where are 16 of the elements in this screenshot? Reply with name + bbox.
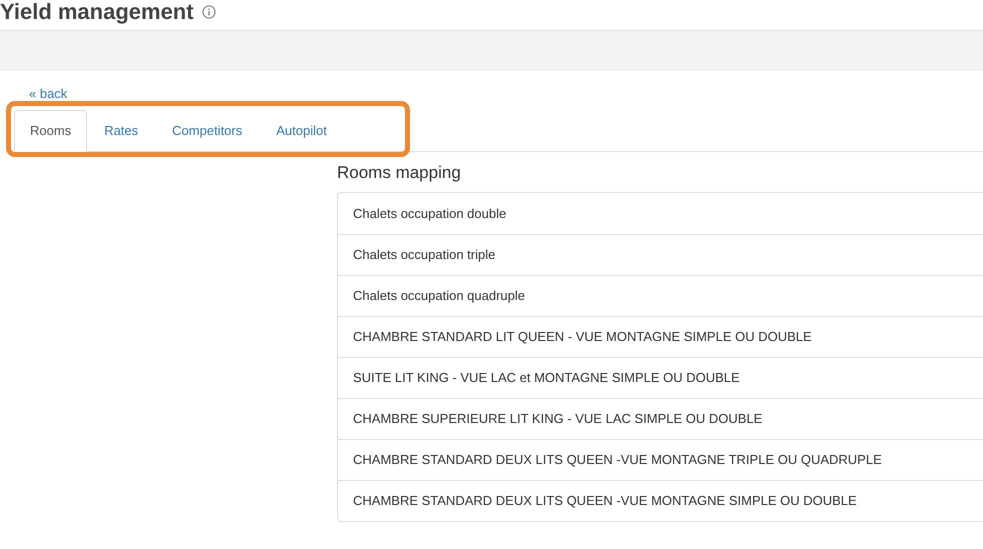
page-title: Yield management: [0, 0, 194, 24]
room-row[interactable]: Chalets occupation double: [338, 193, 983, 234]
room-row[interactable]: Chalets occupation quadruple: [338, 275, 983, 316]
tab[interactable]: Autopilot: [259, 110, 344, 151]
room-row[interactable]: CHAMBRE STANDARD DEUX LITS QUEEN -VUE MONTAGNE SIMPLE OU DOUBLE: [338, 480, 983, 521]
room-row[interactable]: CHAMBRE STANDARD DEUX LITS QUEEN -VUE MONTAGNE TRIPLE OU QUADRUPLE: [338, 439, 983, 480]
section-heading: Rooms mapping: [337, 162, 462, 184]
room-row[interactable]: Chalets occupation triple: [338, 234, 983, 275]
tab[interactable]: Rates: [87, 110, 156, 151]
room-row[interactable]: SUITE LIT KING - VUE LAC et MONTAGNE SIMPLE OU DOUBLE: [338, 357, 983, 398]
room-row[interactable]: CHAMBRE SUPERIEURE LIT KING - VUE LAC SIMPLE OU DOUBLE: [338, 398, 983, 439]
back-link[interactable]: « back: [29, 86, 68, 101]
tab[interactable]: Competitors: [155, 110, 260, 151]
tab[interactable]: Rooms: [14, 110, 88, 152]
info-icon: [202, 5, 216, 19]
room-row[interactable]: CHAMBRE STANDARD LIT QUEEN - VUE MONTAGNE SIMPLE OU DOUBLE: [338, 316, 983, 357]
